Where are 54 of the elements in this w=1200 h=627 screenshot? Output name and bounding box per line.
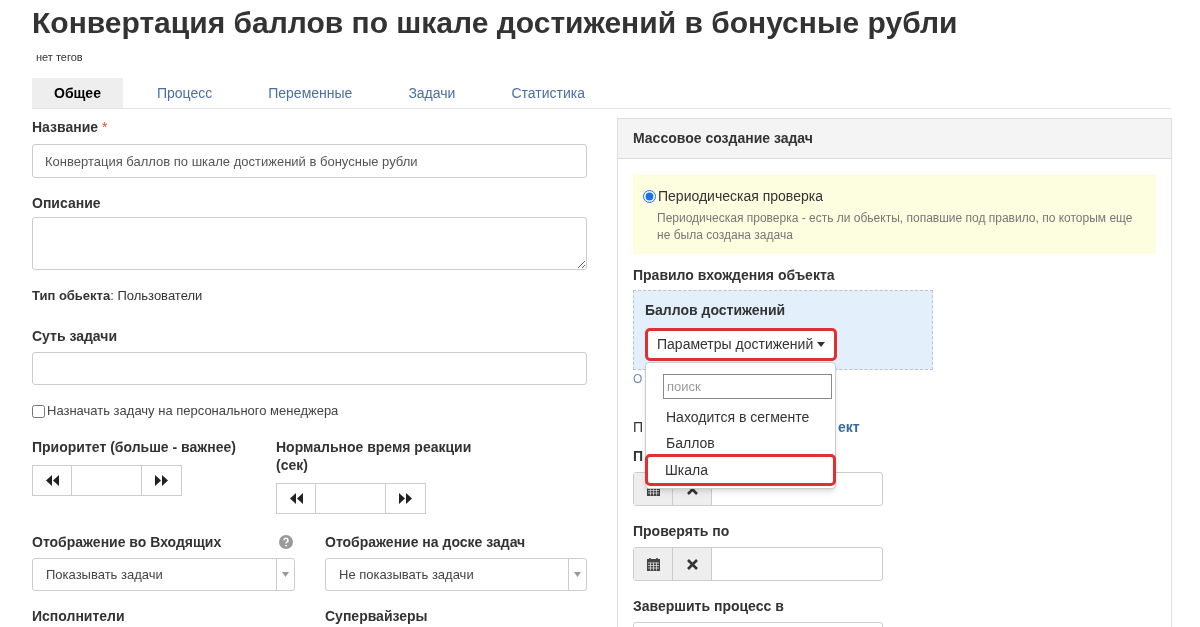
checkbox-label: Назначать задачу на персонального менеджера — [47, 402, 339, 421]
number-stepper[interactable] — [32, 465, 182, 496]
menu-item[interactable]: Шкала — [645, 454, 836, 486]
fast-forward-icon — [399, 493, 412, 504]
radio-button[interactable] — [643, 189, 656, 203]
rewind-icon — [289, 493, 303, 504]
checkbox[interactable] — [32, 404, 45, 418]
dropdown-button[interactable]: Параметры достижений — [645, 328, 838, 361]
panel-title: Массовое создание задач — [633, 129, 813, 148]
tab[interactable]: Общее — [32, 78, 123, 108]
tab[interactable]: Статистика — [489, 78, 607, 108]
radio-label: Периодическая проверка — [658, 186, 823, 206]
calendar-icon[interactable] — [646, 557, 660, 571]
help-icon[interactable] — [279, 535, 293, 549]
number-stepper[interactable] — [276, 483, 426, 514]
section-label: Правило вхождения объекта — [633, 266, 835, 284]
link-text[interactable]: О — [633, 372, 643, 386]
date-field[interactable] — [633, 547, 883, 581]
text-fragment: П — [633, 417, 645, 437]
field-label: Проверять по — [633, 522, 730, 540]
field-label: Исполнители — [32, 607, 126, 625]
select-dropdown[interactable]: Показывать задачи — [32, 558, 295, 591]
caret-icon — [282, 572, 289, 577]
select-dropdown[interactable]: Не показывать задачи — [325, 558, 587, 591]
tab[interactable]: Задачи — [386, 78, 478, 108]
name-input[interactable]: Конвертация баллов по шкале достижений в бонусные рубли — [32, 144, 587, 178]
option-description: Периодическая проверка - есть ли обьекты, попавшие под правило, по которым еще не была создана задача — [656, 210, 1134, 244]
link-text[interactable]: ект — [838, 416, 860, 438]
caret-icon — [574, 572, 581, 577]
required-mark: * — [102, 118, 108, 136]
rewind-icon — [45, 475, 59, 486]
field-label: Супервайзеры — [325, 607, 428, 625]
caret-icon — [817, 342, 826, 347]
tab[interactable]: Процесс — [134, 78, 235, 108]
field-label: Описание — [32, 194, 102, 212]
object-type-text: Тип обьекта: Пользователи — [32, 287, 204, 305]
fast-forward-icon — [155, 475, 168, 486]
menu-item[interactable]: Баллов — [646, 430, 835, 456]
field-label: Название — [32, 118, 99, 136]
tags-text: нет тегов — [36, 51, 83, 63]
field-label: Нормальное время реакции (сек) — [276, 438, 473, 474]
field-label: Суть задачи — [32, 327, 119, 345]
page-title: Конвертация баллов по шкале достижений в бонусные рубли — [32, 6, 958, 40]
rule-title: Баллов достижений — [645, 301, 786, 319]
menu-item[interactable]: Находится в сегменте — [646, 404, 835, 430]
field-label: Отображение на доске задач — [325, 533, 527, 551]
tab[interactable]: Переменные — [246, 78, 375, 108]
field-label: Завершить процесс в — [633, 597, 784, 615]
clear-icon[interactable] — [686, 558, 698, 570]
field-label: Приоритет (больше - важнее) — [32, 438, 237, 456]
field-label: П — [633, 447, 644, 465]
search-field[interactable]: поиск — [663, 374, 832, 399]
field-label: Отображение во Входящих — [32, 533, 222, 551]
task-essence-input[interactable] — [32, 352, 587, 385]
